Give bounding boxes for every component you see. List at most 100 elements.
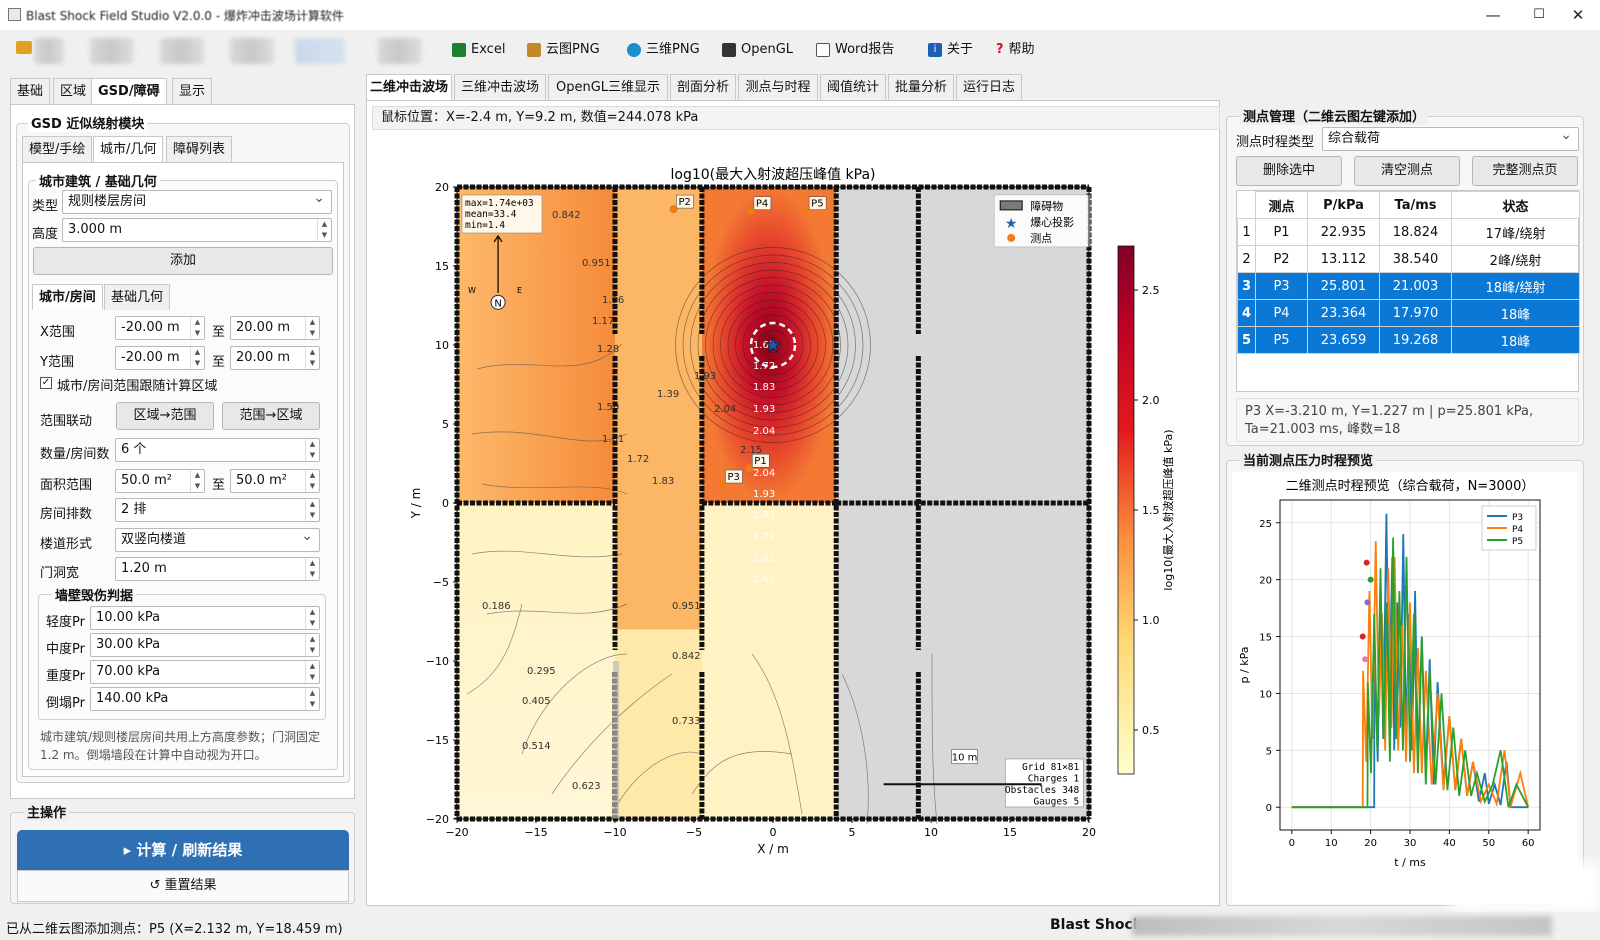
gauge-table-row[interactable]: 2 P2 13.112 38.540 2峰/绕射 [1237, 245, 1580, 273]
x-to-input[interactable]: 20.00 m ▲ ▼ [230, 316, 320, 340]
x-from-input[interactable]: -20.00 m ▲ ▼ [115, 316, 205, 340]
tab-gsd-obstacle[interactable]: GSD/障碍 [91, 78, 167, 104]
minimize-button[interactable]: — [1470, 0, 1516, 30]
help-button[interactable]: ? 帮助 [996, 38, 1035, 62]
x-tick-label: 5 [849, 826, 856, 839]
x-range-label: X范围 [40, 325, 75, 340]
center-tab-7[interactable]: 运行日志 [956, 74, 1022, 100]
compute-button[interactable]: ▸ 计算 / 刷新结果 [17, 830, 349, 870]
contour-png-button[interactable]: 云图PNG [527, 38, 600, 62]
spin-arrows-icon[interactable]: ▲ ▼ [190, 470, 204, 492]
blurred-toolbar-item[interactable] [90, 38, 134, 64]
col-header-gauge[interactable]: 测点 [1255, 191, 1308, 219]
height-input[interactable]: 3.000 m ▲ ▼ [62, 218, 332, 242]
spin-arrows-icon[interactable]: ▲ ▼ [305, 634, 319, 656]
light-pr-input[interactable]: 10.00 kPa ▲ ▼ [90, 606, 320, 630]
excel-button[interactable]: Excel [452, 38, 505, 62]
inner-tab-basic-geometry[interactable]: 基础几何 [104, 284, 171, 310]
cell-p: 23.364 [1307, 299, 1380, 327]
legend-label: P4 [1512, 525, 1523, 535]
col-header-state[interactable]: 状态 [1451, 191, 1580, 219]
colorbar [1117, 245, 1135, 775]
blurred-toolbar-item[interactable] [160, 38, 204, 64]
spin-arrows-icon[interactable]: ▲ ▼ [190, 317, 204, 339]
count-input[interactable]: 6 个 ▲ ▼ [115, 438, 320, 462]
pressure-heatmap-chart[interactable]: log10(最大入射波超压峰值 kPa)0.8420.9511.061.171.… [372, 134, 1220, 904]
y-from-input[interactable]: -20.00 m ▲ ▼ [115, 346, 205, 370]
tab-basic[interactable]: 基础 [10, 78, 51, 104]
add-button[interactable]: 添加 [33, 247, 333, 275]
tab-display[interactable]: 显示 [172, 78, 213, 104]
cell-gauge: P1 [1255, 218, 1308, 246]
gauge-table-row[interactable]: 4 P4 23.364 17.970 18峰 [1237, 299, 1580, 327]
spin-arrows-icon[interactable]: ▲ ▼ [317, 219, 331, 241]
area-from-input[interactable]: 50.0 m² ▲ ▼ [115, 469, 205, 493]
subtab-city-geometry[interactable]: 城市/几何 [93, 136, 164, 162]
spin-arrows-icon[interactable]: ▲ ▼ [305, 499, 319, 521]
spin-arrows-icon[interactable]: ▲ ▼ [305, 688, 319, 710]
center-tab-6[interactable]: 批量分析 [888, 74, 954, 100]
spin-arrows-icon[interactable]: ▲ ▼ [305, 661, 319, 683]
about-button[interactable]: i 关于 [928, 38, 973, 62]
window-title: Blast Shock Field Studio V2.0.0 - 爆炸冲击波场… [26, 9, 344, 23]
reset-button[interactable]: ↺ 重置结果 [17, 870, 349, 902]
row-number: 5 [1237, 326, 1256, 354]
range-to-region-button[interactable]: 范围→区域 [222, 402, 320, 430]
pressure-time-chart[interactable]: 二维测点时程预览（综合载荷，N=3000） 0 10 20 30 40 50 60 0 5 10 15… [1232, 472, 1578, 904]
blurred-toolbar-item[interactable] [295, 38, 345, 64]
spin-arrows-icon[interactable]: ▲ ▼ [305, 470, 319, 492]
spin-arrows-icon[interactable]: ▲ ▼ [305, 317, 319, 339]
spin-arrows-icon[interactable]: ▲ ▼ [305, 558, 319, 580]
center-tab-5[interactable]: 阈值统计 [820, 74, 886, 100]
blurred-toolbar-item[interactable] [34, 38, 64, 64]
spin-arrows-icon[interactable]: ▲ ▼ [190, 347, 204, 369]
spin-arrows-icon[interactable]: ▲ ▼ [305, 347, 319, 369]
blurred-toolbar-item[interactable] [230, 38, 274, 64]
cell-gauge: P2 [1255, 245, 1308, 273]
center-tab-4[interactable]: 测点与时程 [738, 74, 818, 100]
center-tab-1[interactable]: 三维冲击波场 [454, 74, 546, 100]
area-to-input[interactable]: 50.0 m² ▲ ▼ [230, 469, 320, 493]
inner-tab-city-room[interactable]: 城市/房间 [32, 284, 103, 310]
region-to-range-button[interactable]: 区域→范围 [116, 402, 214, 430]
center-tab-2[interactable]: OpenGL三维显示 [548, 74, 668, 100]
rows-input[interactable]: 2 排 ▲ ▼ [115, 498, 320, 522]
center-tab-0[interactable]: 二维冲击波场 [366, 74, 452, 100]
gauge-type-select[interactable]: 综合载荷 [1322, 124, 1579, 151]
word-report-button[interactable]: Word报告 [816, 38, 894, 62]
opengl-button[interactable]: OpenGL [722, 38, 793, 62]
gauge-table-row[interactable]: 1 P1 22.935 18.824 17峰/绕射 [1237, 218, 1580, 246]
follow-checkbox[interactable]: ✓ [40, 377, 52, 389]
col-header-p[interactable]: P/kPa [1307, 191, 1380, 219]
corridor-select[interactable]: 双竖向楼道 [115, 525, 320, 552]
col-header-ta[interactable]: Ta/ms [1379, 191, 1452, 219]
tab-region[interactable]: 区域 [53, 78, 94, 104]
y-tick-label: −20 [426, 813, 449, 826]
door-width-input[interactable]: 1.20 m ▲ ▼ [115, 557, 320, 581]
spin-arrows-icon[interactable]: ▲ ▼ [305, 439, 319, 461]
delete-selected-button[interactable]: 删除选中 [1236, 156, 1342, 186]
toolbar [0, 32, 1600, 66]
blurred-toolbar-item[interactable] [378, 38, 422, 64]
heavy-pr-input[interactable]: 70.00 kPa ▲ ▼ [90, 660, 320, 684]
subtab-model-draw[interactable]: 模型/手绘 [22, 136, 93, 162]
close-button[interactable]: ✕ [1556, 0, 1600, 30]
collapse-pr-input[interactable]: 140.00 kPa ▲ ▼ [90, 687, 320, 711]
center-tab-3[interactable]: 剖面分析 [670, 74, 736, 100]
cell-p: 22.935 [1307, 218, 1380, 246]
clear-gauges-button[interactable]: 清空测点 [1354, 156, 1460, 186]
gauge-management-title: 测点管理（二维云图左键添加） [1240, 106, 1429, 125]
type-select[interactable]: 规则楼层房间 [62, 187, 332, 214]
row-number: 2 [1237, 245, 1256, 273]
full-gauge-page-button[interactable]: 完整测点页 [1472, 156, 1578, 186]
folder-icon[interactable] [16, 41, 32, 54]
gauge-table-row[interactable]: 5 P5 23.659 19.268 18峰 [1237, 326, 1580, 354]
row-number: 1 [1237, 218, 1256, 246]
mid-pr-input[interactable]: 30.00 kPa ▲ ▼ [90, 633, 320, 657]
gauge-table-row[interactable]: 3 P3 25.801 21.003 18峰/绕射 [1237, 272, 1580, 300]
spin-arrows-icon[interactable]: ▲ ▼ [305, 607, 319, 629]
y-to-input[interactable]: 20.00 m ▲ ▼ [230, 346, 320, 370]
subtab-obstacle-list[interactable]: 障碍列表 [166, 136, 233, 162]
stats-text: mean=33.4 [465, 209, 517, 220]
3d-png-button[interactable]: 三维PNG [627, 38, 700, 62]
